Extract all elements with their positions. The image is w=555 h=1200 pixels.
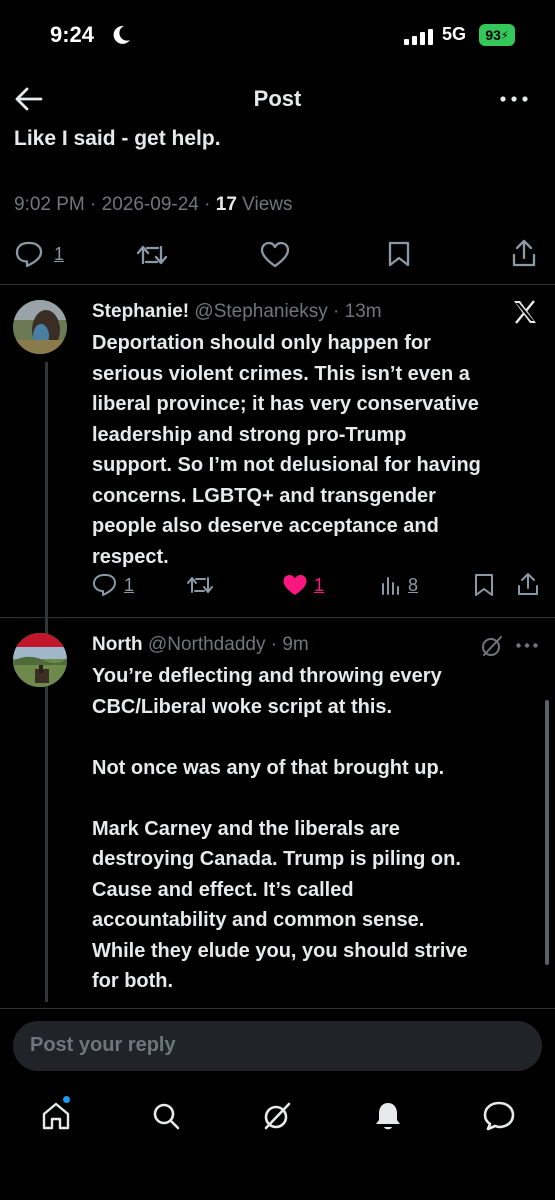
reply-text: Deportation should only happen for serio…	[92, 328, 532, 572]
search-icon[interactable]	[151, 1101, 181, 1131]
reply-author-line[interactable]: Stephanie! @Stephanieksy · 13m	[92, 301, 382, 323]
text-line: respect.	[92, 545, 169, 568]
more-options-icon[interactable]	[500, 96, 528, 102]
text-line: CBC/Liberal woke script at this.	[92, 695, 393, 718]
reply-time: 9m	[282, 634, 309, 655]
reply-icon	[15, 241, 43, 268]
moon-icon	[112, 24, 132, 46]
author-handle: @Northdaddy	[147, 634, 266, 655]
text-line: serious violent crimes. This isn’t even …	[92, 362, 470, 385]
like-icon[interactable]	[260, 241, 290, 269]
bookmark-icon[interactable]	[474, 573, 494, 597]
text-line: You’re deflecting and throwing every	[92, 665, 442, 687]
home-icon[interactable]	[40, 1100, 72, 1132]
post-time: 9:02 PM	[14, 194, 85, 215]
battery-indicator: 93 ⚡	[479, 24, 515, 46]
like-count: 1	[314, 574, 325, 595]
text-line: Not once was any of that brought up.	[92, 756, 445, 779]
views-count: 8	[408, 574, 419, 595]
reply-action[interactable]: 1	[14, 240, 64, 268]
reply-author-line[interactable]: North @Northdaddy · 9m	[92, 634, 309, 656]
divider	[0, 617, 555, 618]
post-meta: 9:02 PM · 2026-09-24 · 17 Views	[14, 194, 293, 215]
more-options-icon[interactable]	[516, 643, 538, 648]
text-line: for both.	[92, 970, 174, 992]
views-action[interactable]: 8	[380, 574, 418, 596]
network-type: 5G	[442, 24, 467, 44]
reply-text: You’re deflecting and throwing every CBC…	[92, 661, 542, 997]
text-line: leadership and strong pro-Trump	[92, 423, 407, 446]
text-line	[92, 722, 542, 753]
repost-icon[interactable]	[186, 575, 214, 595]
bookmark-icon[interactable]	[387, 240, 411, 268]
post-text: Like I said - get help.	[14, 127, 221, 150]
author-handle: @Stephanieksy	[194, 301, 328, 322]
heart-icon	[283, 575, 307, 595]
avatar[interactable]	[13, 633, 67, 687]
messages-icon[interactable]	[482, 1100, 516, 1132]
text-line: concerns. LGBTQ+ and transgender	[92, 484, 436, 507]
text-line: Deportation should only happen for	[92, 332, 431, 354]
views-count: 17	[215, 194, 237, 215]
divider	[0, 284, 555, 285]
text-line: Cause and effect. It’s called	[92, 878, 354, 901]
grok-icon[interactable]	[261, 1100, 293, 1132]
analytics-icon	[382, 577, 399, 595]
reply-placeholder[interactable]: Post your reply	[30, 1034, 176, 1057]
text-line: people also deserve acceptance and	[92, 515, 439, 537]
reply-time: 13m	[344, 301, 382, 322]
share-icon[interactable]	[511, 238, 537, 268]
author-name: Stephanie!	[92, 301, 190, 322]
signal-icon	[404, 29, 434, 45]
share-icon[interactable]	[516, 571, 540, 597]
text-line: support. So I’m not delusional for havin…	[92, 454, 481, 476]
divider	[0, 1008, 555, 1009]
post-date: 2026-09-24	[101, 194, 199, 215]
avatar[interactable]	[13, 300, 67, 354]
battery-level: 93	[485, 27, 501, 43]
author-name: North	[92, 634, 143, 655]
like-action[interactable]: 1	[282, 573, 324, 597]
status-time: 9:24	[50, 22, 95, 47]
text-line	[92, 783, 542, 814]
text-line: destroying Canada. Trump is piling on.	[92, 848, 461, 870]
bottom-tab-bar	[0, 1080, 555, 1200]
reply-icon	[93, 574, 116, 596]
notification-dot	[63, 1096, 70, 1103]
reply-count: 1	[124, 574, 135, 595]
reply-action[interactable]: 1	[92, 573, 134, 597]
reply-count: 1	[54, 243, 65, 264]
text-line: While they elude you, you should strive	[92, 939, 468, 962]
grok-icon[interactable]	[480, 634, 504, 658]
text-line: accountability and common sense.	[92, 909, 425, 931]
page-title: Post	[253, 86, 302, 111]
notifications-icon[interactable]	[373, 1100, 403, 1132]
views-label: Views	[242, 194, 293, 215]
scrollbar[interactable]	[545, 700, 549, 965]
text-line: Mark Carney and the liberals are	[92, 817, 400, 840]
repost-icon[interactable]	[136, 243, 168, 267]
text-line: liberal province; it has very conservati…	[92, 393, 479, 415]
x-logo-icon	[512, 300, 538, 324]
